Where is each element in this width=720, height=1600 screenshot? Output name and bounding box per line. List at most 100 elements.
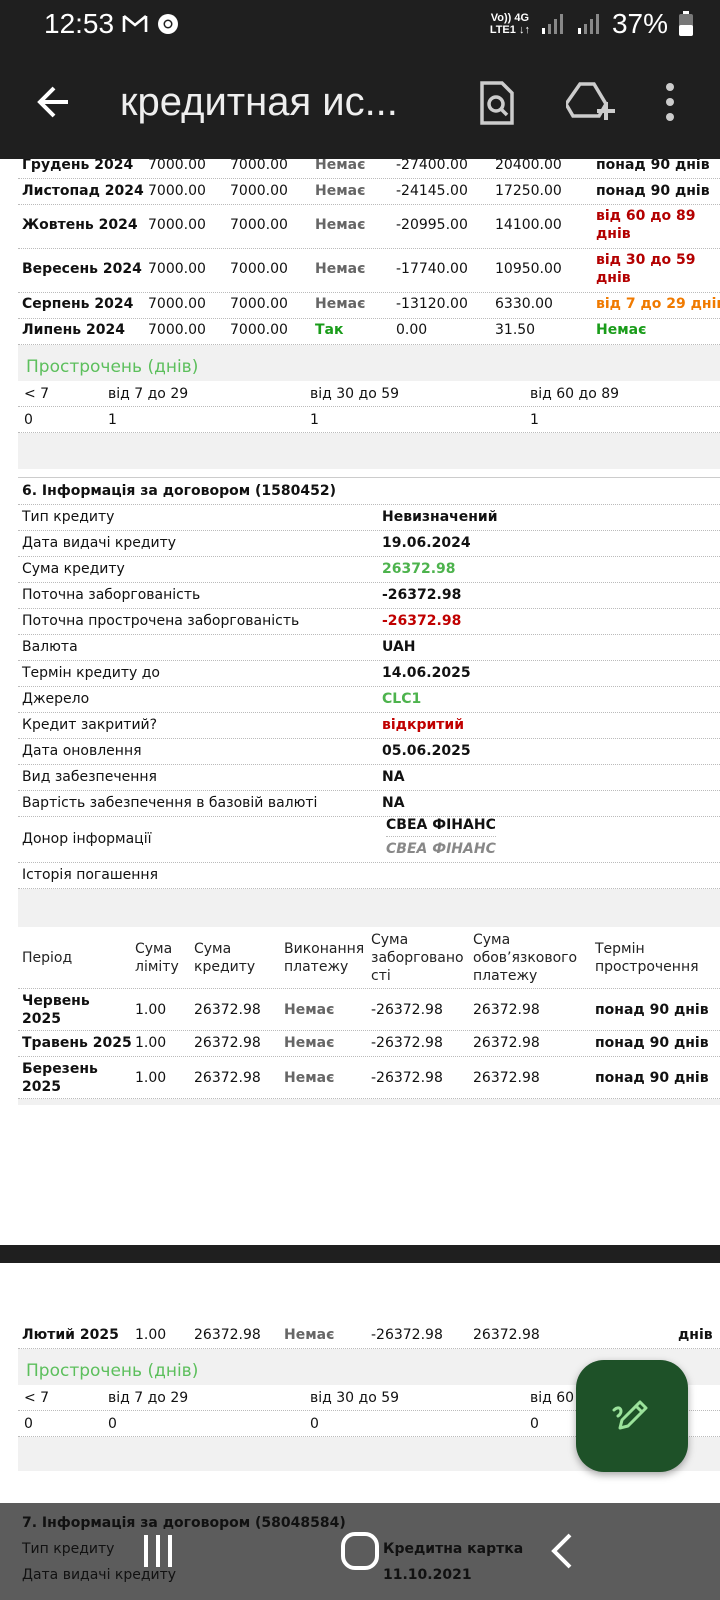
donor-value: СВЕА ФІНАНС	[386, 817, 496, 837]
header-credit-2: кредиту	[194, 959, 256, 975]
table-row: Травень 2025 1.00 26372.98 Немає -26372.…	[18, 1031, 720, 1057]
overdue-cell: від 30 до 59 днів	[596, 252, 696, 286]
limit-cell: 7000.00	[148, 159, 206, 173]
obligatory-cell: 17250.00	[495, 183, 562, 199]
overdue-cell: понад 90 днів	[596, 183, 710, 199]
field-label: Тип кредиту	[22, 1541, 115, 1557]
limit-cell: 1.00	[135, 1002, 167, 1018]
home-icon[interactable]	[340, 1531, 380, 1571]
overdue-cell: від 60 до 89 днів	[596, 208, 696, 242]
back-arrow-icon[interactable]	[34, 82, 74, 122]
network-bottom: LTE1 ↓↑	[489, 24, 530, 36]
drive-add-icon[interactable]	[566, 82, 616, 122]
credit-cell: 7000.00	[230, 183, 288, 199]
payment-cell: Немає	[315, 261, 366, 277]
field-label: Тип кредиту	[22, 509, 115, 525]
edit-fab-button[interactable]	[576, 1360, 688, 1472]
field-value: Невизначений	[382, 509, 498, 525]
network-indicator: Vo)) 4G LTE1 ↓↑	[490, 12, 530, 36]
debt-cell: -26372.98	[371, 1002, 443, 1018]
field-row: Вартість забезпечення в базовій валюті N…	[18, 791, 720, 817]
chrome-icon	[158, 14, 178, 34]
credit-cell: 7000.00	[230, 217, 288, 233]
overdue-header: від 30 до 59	[310, 1390, 400, 1406]
document-search-icon[interactable]	[476, 80, 516, 126]
field-label: Дата видачі кредиту	[22, 1567, 177, 1583]
edit-pen-icon	[612, 1400, 648, 1430]
overdue-cell: понад 90 днів	[596, 159, 710, 173]
overdue-value: 0	[24, 412, 33, 428]
period-cell: Грудень 2024	[22, 159, 134, 173]
more-vert-icon[interactable]	[664, 82, 676, 122]
overdue-header-row: < 7 від 7 до 29 від 30 до 59 від 60 до 8…	[18, 381, 720, 407]
gmail-icon	[122, 14, 148, 32]
payment-cell: Немає	[284, 1070, 335, 1086]
field-row: Історія погашення	[18, 863, 720, 889]
header-oblig-3: платежу	[473, 968, 538, 984]
field-value: 19.06.2024	[382, 535, 471, 551]
table-row: Березень 2025 1.00 26372.98 Немає -26372…	[18, 1057, 720, 1099]
limit-cell: 7000.00	[148, 296, 206, 312]
spacer	[18, 889, 720, 927]
overdue-header: < 7	[24, 386, 50, 402]
payment-cell: Немає	[315, 217, 366, 233]
payment-cell: Немає	[315, 159, 366, 173]
contract-header: 6. Інформація за договором (1580452)	[18, 479, 720, 505]
obligatory-cell: 26372.98	[473, 1327, 540, 1343]
signal-icon-2	[577, 14, 599, 34]
debt-cell: -20995.00	[396, 217, 468, 233]
overdue-cell: понад 90 днів	[595, 1035, 709, 1051]
field-label: Донор інформації	[22, 831, 152, 847]
field-value: 26372.98	[382, 561, 456, 577]
payment-cell: Немає	[315, 183, 366, 199]
overdue-cell: Немає	[596, 322, 647, 338]
limit-cell: 7000.00	[148, 261, 206, 277]
field-row: Поточна заборгованість -26372.98	[18, 583, 720, 609]
field-value: NA	[382, 795, 405, 811]
field-label: Поточна прострочена заборгованість	[22, 613, 300, 629]
field-label: Дата видачі кредиту	[22, 535, 177, 551]
overdue-cell: днів	[678, 1327, 713, 1343]
field-label: Поточна заборгованість	[22, 587, 201, 603]
field-row: Вид забезпечення NA	[18, 765, 720, 791]
recents-icon[interactable]	[140, 1533, 176, 1569]
overdue-header: від 60 до 89	[530, 386, 620, 402]
field-value: Кредитна картка	[383, 1541, 524, 1557]
overdue-summary: Прострочень (днів) < 7 від 7 до 29 від 3…	[18, 345, 720, 469]
table-row: Вересень 2024 7000.00 7000.00 Немає -177…	[18, 249, 720, 293]
table-row: Серпень 2024 7000.00 7000.00 Немає -1312…	[18, 293, 720, 319]
field-row: Джерело CLC1	[18, 687, 720, 713]
field-label: Вартість забезпечення в базовій валюті	[22, 795, 318, 811]
obligatory-cell: 26372.98	[473, 1070, 540, 1086]
back-icon[interactable]	[548, 1531, 576, 1571]
system-nav-bar: 7. Інформація за договором (58048584) Ти…	[0, 1503, 720, 1600]
header-limit-1: Сума	[135, 941, 173, 957]
credit-cell: 26372.98	[194, 1002, 261, 1018]
field-value: NA	[382, 769, 405, 785]
table-row: Лютий 2025 1.00 26372.98 Немає -26372.98…	[18, 1323, 720, 1349]
obligatory-cell: 10950.00	[495, 261, 562, 277]
field-value: 05.06.2025	[382, 743, 471, 759]
overdue-cell: понад 90 днів	[595, 1070, 709, 1086]
table-row: Грудень 2024 7000.00 7000.00 Немає -2740…	[18, 159, 720, 179]
field-row: Поточна прострочена заборгованість -2637…	[18, 609, 720, 635]
period-cell: Жовтень 2024	[22, 217, 138, 233]
field-row: Тип кредиту Невизначений	[18, 505, 720, 531]
credit-cell: 26372.98	[194, 1035, 261, 1051]
obligatory-cell: 20400.00	[495, 159, 562, 173]
document-title: кредитная ис...	[120, 80, 398, 124]
overdue-value-row: 0 1 1 1	[18, 407, 720, 433]
header-debt-3: сті	[371, 968, 391, 984]
period-cell: Червень	[22, 993, 90, 1009]
header-oblig-2: обов’язкового	[473, 950, 578, 966]
header-limit-2: ліміту	[135, 959, 179, 975]
limit-cell: 7000.00	[148, 183, 206, 199]
limit-cell: 7000.00	[148, 322, 206, 338]
payment-cell: Немає	[284, 1035, 335, 1051]
spacer	[18, 1099, 720, 1105]
overdue-cell: понад 90 днів	[595, 1002, 709, 1018]
field-label: Валюта	[22, 639, 78, 655]
period-cell: Листопад 2024	[22, 183, 144, 199]
table-row: Жовтень 2024 7000.00 7000.00 Немає -2099…	[18, 205, 720, 249]
header-debt-1: Сума	[371, 932, 409, 948]
